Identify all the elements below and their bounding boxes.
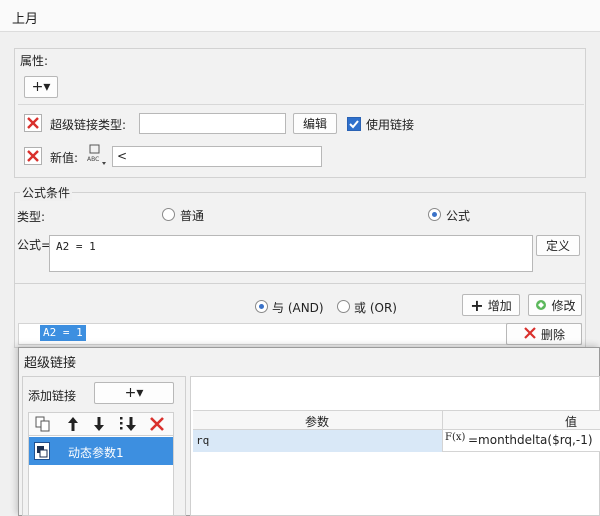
type-label: 类型: — [17, 210, 46, 224]
move-down-icon[interactable] — [90, 415, 108, 433]
add-condition-label: 增加 — [487, 298, 512, 313]
param-value-text: =monthdelta($rq,-1) — [468, 433, 593, 447]
modify-condition-button[interactable]: 修改 — [528, 294, 582, 316]
radio-or[interactable] — [337, 300, 350, 313]
hyperlink-dialog-title: 超级链接 — [24, 356, 77, 371]
radio-normal[interactable] — [162, 208, 175, 221]
properties-heading: 属性: — [20, 54, 49, 68]
condition-list[interactable] — [18, 323, 582, 345]
new-value-text: < — [117, 149, 128, 163]
radio-formula[interactable] — [428, 208, 441, 221]
modify-condition-label: 修改 — [551, 298, 576, 313]
use-link-checkbox[interactable] — [347, 117, 361, 131]
use-link-label: 使用链接 — [366, 118, 415, 132]
condition-item[interactable]: A2 = 1 — [40, 325, 86, 341]
formula-label: 公式= — [17, 238, 52, 252]
delete-link-icon[interactable] — [148, 415, 166, 433]
modify-icon — [534, 298, 548, 312]
radio-and-label: 与 (AND) — [272, 301, 324, 315]
move-bottom-icon[interactable] — [118, 415, 138, 433]
formula-textarea[interactable]: A2 = 1 — [49, 235, 533, 272]
window-title: 上月 — [12, 12, 39, 27]
divider — [18, 104, 584, 105]
fx-label: F(x) — [445, 432, 466, 443]
param-table-header — [193, 410, 600, 430]
delete-icon — [523, 326, 537, 343]
remove-hyperlink-type-icon[interactable] — [24, 114, 42, 132]
plus-icon: + — [470, 295, 484, 315]
fx-icon[interactable]: F(x) — [445, 432, 465, 450]
add-condition-button[interactable]: + 增加 — [462, 294, 520, 316]
svg-text:ABC: ABC — [87, 156, 99, 163]
text-type-icon[interactable]: ABC — [85, 144, 109, 166]
window-titlebar: 上月 — [0, 0, 600, 32]
edit-button-label: 编辑 — [302, 117, 327, 131]
radio-formula-label: 公式 — [446, 209, 471, 223]
edit-button[interactable]: 编辑 — [293, 113, 337, 134]
table-row[interactable] — [193, 430, 442, 452]
add-property-button[interactable]: +▾ — [24, 76, 58, 98]
add-property-label: +▾ — [31, 79, 51, 95]
formula-condition-heading: 公式条件 — [20, 184, 73, 201]
delete-condition-label: 删除 — [540, 327, 565, 342]
radio-normal-label: 普通 — [180, 209, 205, 223]
new-value-label: 新值: — [50, 151, 79, 165]
hyperlink-type-label: 超级链接类型: — [50, 118, 127, 132]
formula-text: A2 = 1 — [56, 240, 96, 253]
add-link-label: 添加链接 — [28, 389, 77, 403]
param-header: 参数 — [305, 415, 330, 429]
link-list-item-label: 动态参数1 — [68, 446, 124, 460]
copy-icon[interactable] — [34, 415, 52, 433]
add-link-button-label: +▾ — [124, 385, 144, 401]
hyperlink-type-input[interactable] — [139, 113, 286, 134]
param-name-cell[interactable]: rq — [196, 434, 209, 447]
radio-and[interactable] — [255, 300, 268, 313]
value-header: 值 — [565, 415, 578, 429]
remove-new-value-icon[interactable] — [24, 147, 42, 165]
define-button-label: 定义 — [545, 239, 570, 253]
delete-condition-button[interactable]: 删除 — [506, 323, 582, 345]
move-up-icon[interactable] — [64, 415, 82, 433]
radio-or-label: 或 (OR) — [354, 301, 397, 315]
new-value-input[interactable]: < — [112, 146, 322, 167]
add-link-button[interactable]: +▾ — [94, 382, 174, 404]
define-button[interactable]: 定义 — [536, 235, 580, 256]
dynamic-param-icon — [34, 442, 50, 460]
